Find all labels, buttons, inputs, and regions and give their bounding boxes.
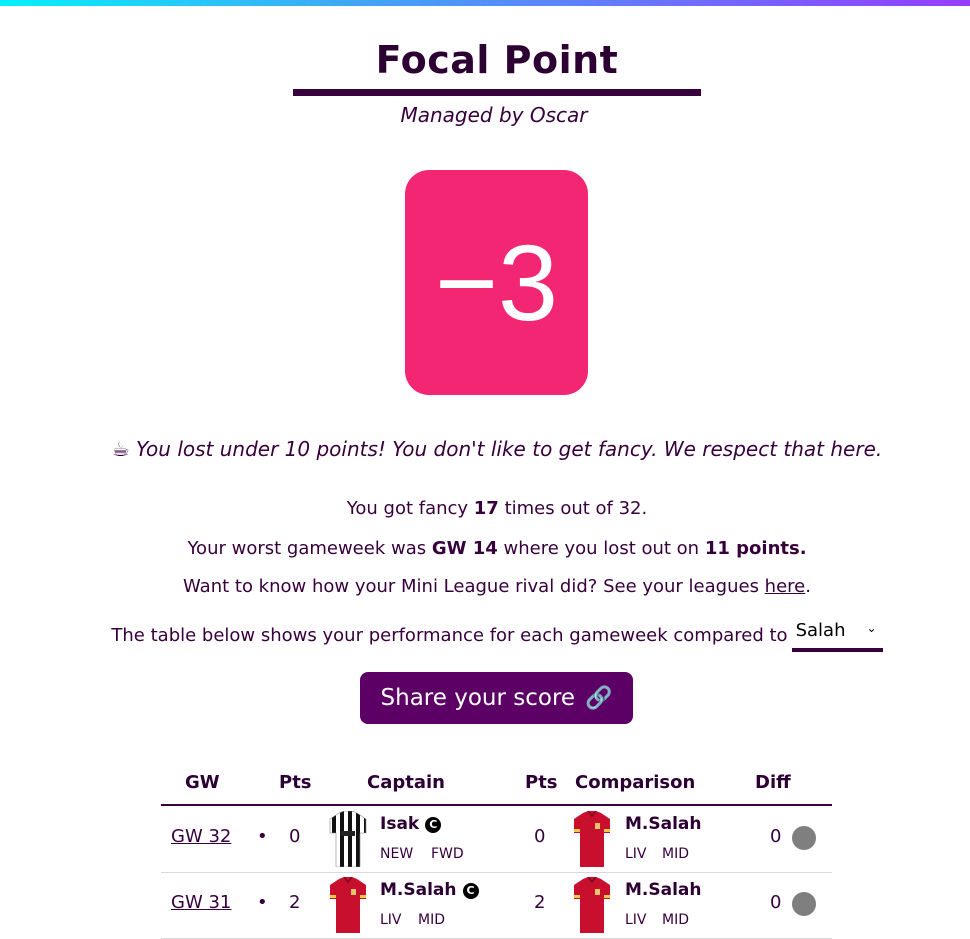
table-header: GW Pts Captain Pts Comparison Diff: [161, 770, 832, 806]
table-row: GW 31 • 2 M.Salah C LIV MID 2 M.Salah LIV…: [161, 872, 832, 939]
share-button-label: Share your score: [380, 685, 576, 711]
gameweek-link[interactable]: GW 32: [171, 826, 231, 847]
captain-points: 0: [289, 826, 301, 847]
diff-indicator-icon: [792, 892, 816, 916]
score-value: −3: [434, 222, 559, 343]
worst-points: 11 points.: [704, 538, 807, 559]
fancy-pre: You got fancy: [346, 498, 474, 519]
chevron-down-icon: ⌄: [866, 621, 877, 635]
fancy-count: 17: [473, 498, 499, 519]
row-bullet: •: [257, 892, 268, 913]
captain-team: NEW: [380, 846, 414, 862]
fancy-count-line: You got fancy 17 times out of 32.: [0, 498, 970, 519]
verdict-text: You lost under 10 points! You don't like…: [136, 437, 883, 461]
score-card: −3: [405, 170, 588, 395]
comparison-name: M.Salah: [625, 814, 702, 834]
captain-position: MID: [418, 912, 445, 928]
captain-badge-icon: C: [425, 817, 442, 833]
captain-position: FWD: [431, 846, 464, 862]
coffee-icon: ☕: [111, 437, 130, 461]
fancy-post: times out of 32.: [498, 498, 648, 519]
table-intro: The table below shows your performance f…: [111, 625, 788, 646]
worst-gw: GW 14: [431, 538, 498, 559]
captain-team: LIV: [380, 912, 402, 928]
diff-indicator-icon: [792, 826, 816, 850]
rival-pre: Want to know how your Mini League rival …: [183, 576, 765, 597]
captain-points: 2: [289, 892, 301, 913]
comparison-name: M.Salah: [625, 880, 702, 900]
captain-name: Isak C: [380, 814, 442, 834]
captain-name-text: M.Salah: [380, 880, 457, 900]
header-comparison: Comparison: [575, 772, 696, 793]
verdict-message: ☕ You lost under 10 points! You don't li…: [0, 437, 970, 461]
table-row: GW 32 • 0 Isak C NEW FWD 0 M.Salah LIV MI…: [161, 806, 832, 873]
manager-subtitle: Managed by Oscar: [400, 103, 588, 127]
share-score-button[interactable]: Share your score 🔗: [360, 672, 633, 724]
comparison-position: MID: [662, 846, 689, 862]
captain-name: M.Salah C: [380, 880, 479, 900]
worst-pre: Your worst gameweek was: [187, 538, 432, 559]
header-diff: Diff: [755, 772, 791, 793]
header-comparison-pts: Pts: [525, 772, 558, 793]
leagues-link[interactable]: here: [765, 576, 806, 597]
liverpool-shirt-icon: [574, 811, 610, 867]
header-pts: Pts: [279, 772, 312, 793]
comparison-team: LIV: [625, 912, 647, 928]
newcastle-shirt-icon: [329, 811, 367, 867]
comparison-team: LIV: [625, 846, 647, 862]
worst-mid: where you lost out on: [497, 538, 705, 559]
header-gw: GW: [185, 772, 220, 793]
link-icon: 🔗: [585, 685, 613, 711]
captain-badge-icon: C: [462, 883, 479, 899]
worst-gameweek-line: Your worst gameweek was GW 14 where you …: [0, 538, 970, 559]
diff-value: 0: [770, 892, 782, 913]
header-captain: Captain: [367, 772, 445, 793]
top-gradient-bar: [0, 0, 970, 6]
comparison-points: 2: [534, 892, 546, 913]
captain-name-text: Isak: [380, 814, 420, 834]
diff-value: 0: [770, 826, 782, 847]
comparison-position: MID: [662, 912, 689, 928]
title-underline: [293, 89, 701, 96]
table-intro-line: The table below shows your performance f…: [0, 620, 970, 652]
rival-post: .: [805, 576, 811, 597]
page-title: Focal Point: [375, 38, 619, 82]
gameweek-link[interactable]: GW 31: [171, 892, 231, 913]
comparison-points: 0: [534, 826, 546, 847]
rival-line: Want to know how your Mini League rival …: [0, 576, 970, 597]
comparison-select-value: Salah: [795, 620, 846, 641]
comparison-select[interactable]: Salah ⌄: [791, 620, 883, 652]
row-bullet: •: [257, 826, 268, 847]
